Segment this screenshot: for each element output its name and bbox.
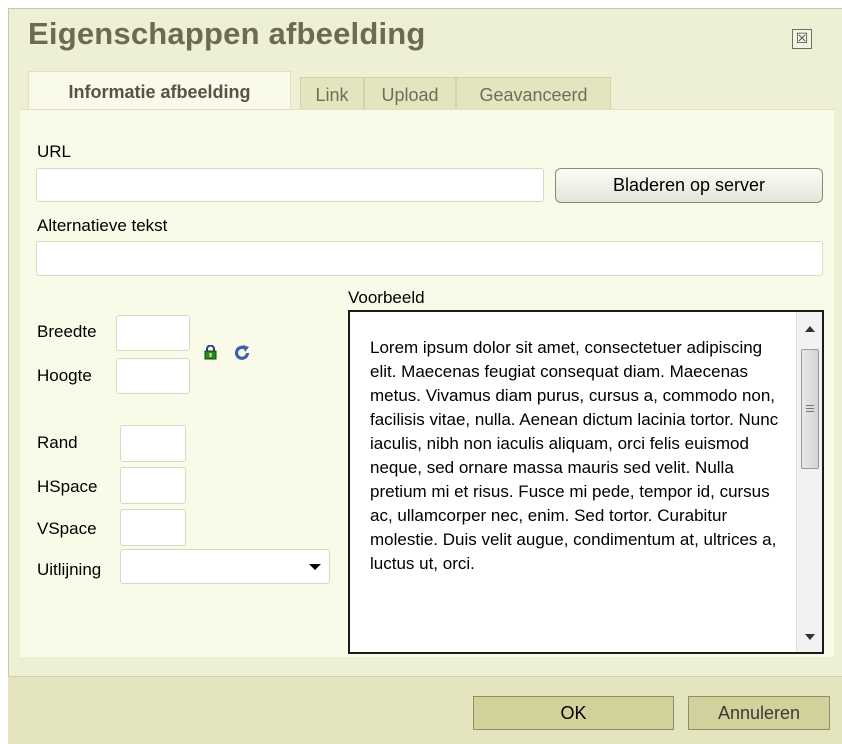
alignment-label: Uitlijning	[37, 560, 102, 579]
preview-text: Lorem ipsum dolor sit amet, consectetuer…	[370, 338, 779, 573]
tab-label: Informatie afbeelding	[68, 82, 251, 102]
grip-icon	[806, 405, 814, 412]
preview-box: Lorem ipsum dolor sit amet, consectetuer…	[348, 310, 824, 654]
url-input[interactable]	[36, 168, 544, 202]
close-button[interactable]: ☒	[792, 29, 812, 49]
lock-icon[interactable]	[204, 345, 217, 360]
tab-upload[interactable]: Upload	[364, 77, 456, 113]
cancel-button[interactable]: Annuleren	[688, 696, 830, 730]
width-label: Breedte	[37, 322, 97, 341]
hspace-label: HSpace	[37, 477, 98, 496]
close-icon: ☒	[795, 30, 809, 46]
hspace-input[interactable]	[120, 467, 186, 504]
chevron-down-icon	[309, 564, 321, 570]
dialog-title: Eigenschappen afbeelding	[28, 16, 426, 51]
tab-label: Link	[315, 85, 349, 105]
scroll-thumb[interactable]	[801, 349, 819, 469]
alt-text-input[interactable]	[36, 241, 823, 276]
width-input[interactable]	[116, 315, 190, 351]
tab-image-info[interactable]: Informatie afbeelding	[28, 71, 291, 113]
tab-label: Upload	[381, 85, 439, 105]
preview-scrollbar[interactable]	[796, 312, 822, 652]
url-label: URL	[37, 142, 72, 161]
border-input[interactable]	[120, 425, 186, 462]
tab-advanced[interactable]: Geavanceerd	[456, 77, 611, 113]
tab-label: Geavanceerd	[479, 85, 588, 105]
scroll-down-arrow-icon[interactable]	[805, 634, 815, 640]
browse-server-button[interactable]: Bladeren op server	[555, 168, 823, 203]
height-label: Hoogte	[37, 366, 92, 385]
scroll-up-arrow-icon[interactable]	[805, 326, 815, 332]
vspace-input[interactable]	[120, 509, 186, 546]
vspace-label: VSpace	[37, 519, 97, 538]
border-label: Rand	[37, 433, 78, 452]
preview-label: Voorbeeld	[348, 288, 425, 307]
height-input[interactable]	[116, 358, 190, 394]
alignment-select[interactable]	[120, 549, 330, 584]
alt-text-label: Alternatieve tekst	[37, 216, 168, 235]
tab-link[interactable]: Link	[300, 77, 364, 113]
ok-button[interactable]: OK	[473, 696, 674, 730]
reset-size-icon[interactable]	[233, 344, 251, 362]
